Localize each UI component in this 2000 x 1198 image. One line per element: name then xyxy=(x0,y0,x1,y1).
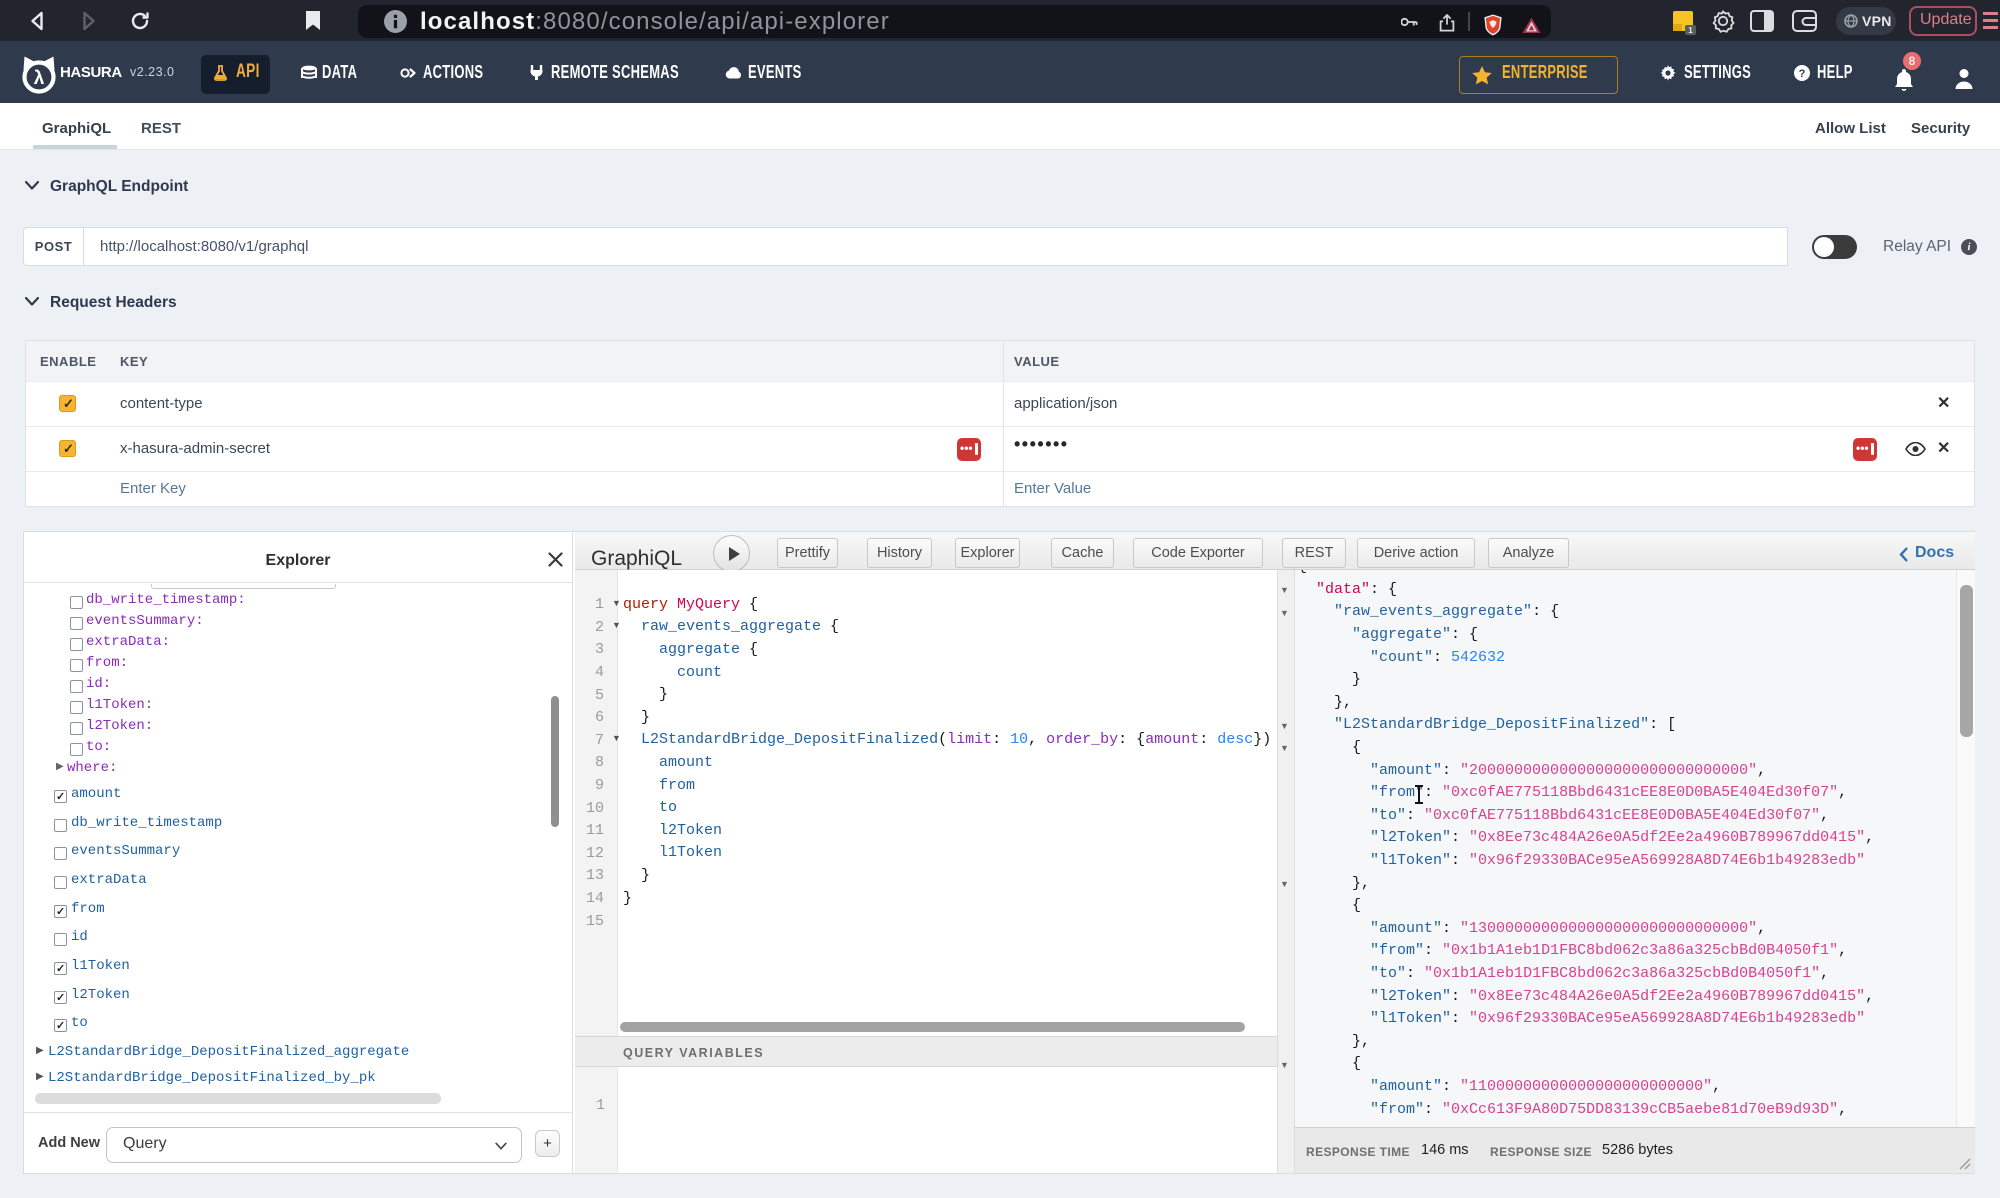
svg-text:λ: λ xyxy=(34,68,45,89)
svg-text:?: ? xyxy=(1799,68,1806,80)
svg-text:1: 1 xyxy=(1688,26,1693,35)
